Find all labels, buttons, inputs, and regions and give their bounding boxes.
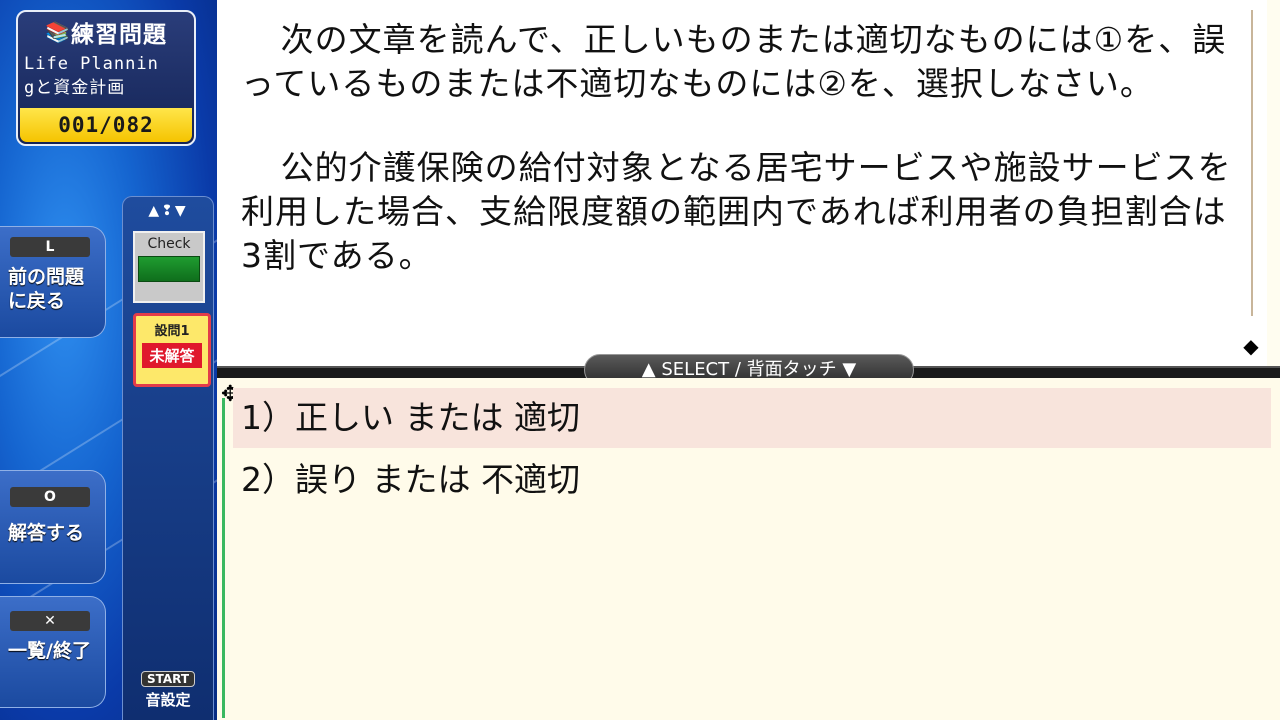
sound-settings[interactable]: START 音設定 — [123, 668, 213, 710]
x-key-label: ✕ — [10, 611, 90, 631]
choice-2[interactable]: 2）誤り または 不適切 — [233, 450, 1271, 510]
question-scrollbar[interactable] — [1251, 10, 1253, 316]
sidebar: 📚 練習問題 Life Plannin gと資金計画 001/082 L 前の問… — [0, 0, 217, 720]
question-panel[interactable]: 次の文章を読んで、正しいものまたは適切なものには①を、誤っているものまたは不適切… — [217, 0, 1267, 366]
prev-question-label-2: に戻る — [8, 290, 66, 312]
answer-label: 解答する — [8, 522, 85, 544]
app-title: 練習問題 — [71, 22, 167, 48]
instruction-text: 次の文章を読んで、正しいものまたは適切なものには①を、誤っているものまたは不適切… — [241, 20, 1227, 103]
start-key-label: START — [140, 671, 196, 687]
sound-settings-label: 音設定 — [145, 691, 191, 709]
choice-1[interactable]: 1）正しい または 適切 — [233, 388, 1271, 448]
list-exit-button[interactable]: ✕ 一覧/終了 — [0, 596, 106, 708]
prev-question-button[interactable]: L 前の問題 に戻る — [0, 226, 106, 338]
question-number-label: 設問1 — [154, 324, 190, 339]
r-scroll-marker-icon[interactable]: ◆ — [1239, 326, 1263, 366]
answer-scrollbar[interactable] — [222, 398, 225, 718]
subtitle-line-1: Life Plannin — [24, 54, 159, 74]
check-label: Check — [147, 236, 191, 252]
book-icon: 📚 — [45, 20, 71, 44]
prev-question-label-1: 前の問題 — [8, 266, 85, 288]
o-key-label: O — [10, 487, 90, 507]
question-text: 公的介護保険の給付対象となる居宅サービスや施設サービスを利用した場合、支給限度額… — [241, 148, 1232, 275]
subtitle-line-2: gと資金計画 — [24, 78, 126, 98]
question-status[interactable]: 設問1 未解答 — [133, 313, 211, 387]
l-key-label: L — [10, 237, 90, 257]
answer-button[interactable]: O 解答する — [0, 470, 106, 584]
list-exit-label: 一覧/終了 — [8, 640, 91, 662]
check-panel: ▲❢▼ Check 設問1 未解答 START 音設定 — [122, 196, 214, 720]
check-indicator — [138, 256, 200, 282]
question-counter: 001/082 — [20, 108, 192, 142]
status-badge: 未解答 — [142, 343, 202, 368]
check-toggle[interactable]: Check — [133, 231, 205, 303]
answer-panel: ✥ 1）正しい または 適切 2）誤り または 不適切 — [217, 378, 1280, 720]
arrows-icon[interactable]: ▲❢▼ — [123, 203, 213, 219]
title-panel: 📚 練習問題 Life Plannin gと資金計画 001/082 — [16, 10, 196, 146]
